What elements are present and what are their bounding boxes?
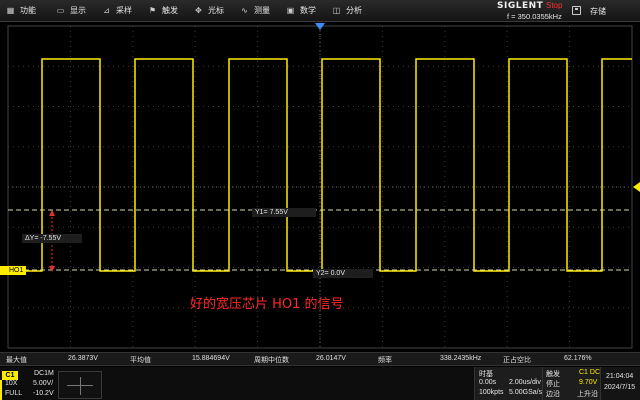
menu-function[interactable]: ▦ 功能 <box>0 0 50 22</box>
menu-trigger[interactable]: ⚑ 触发 <box>142 0 188 22</box>
measure-icon: ∿ <box>241 6 248 15</box>
meas-mean-label: 平均值 <box>130 357 151 364</box>
run-state-indicator[interactable]: Stop <box>546 1 562 10</box>
channel-bandwidth: FULL <box>5 390 23 397</box>
menu-bar: ▦ 功能 ▭ 显示 ⊿ 采样 ⚑ 触发 ✥ 光标 ∿ 测量 ▣ 数学 ◫ 分析 SIGLENT … <box>0 0 640 22</box>
channel-marker[interactable]: HO1 <box>0 266 27 275</box>
analysis-icon: ◫ <box>332 6 341 15</box>
meas-median-label: 周期中位数 <box>254 357 289 364</box>
cursor-icon: ✥ <box>195 6 202 15</box>
sample-rate: 5.00GSa/s <box>509 389 543 396</box>
clock-panel: 21:04:04 2024/7/15 <box>600 367 640 400</box>
menu-acquire[interactable]: ⊿ 采样 <box>96 0 142 22</box>
menu-measure[interactable]: ∿ 测量 <box>234 0 280 22</box>
clock-date: 2024/7/15 <box>604 384 636 391</box>
save-button[interactable]: 存储 <box>590 6 606 17</box>
math-icon: ▣ <box>286 6 295 15</box>
meas-mean-value: 15.884694V <box>192 355 230 362</box>
channel-probe: 10X <box>5 380 18 387</box>
menu-measure-label: 测量 <box>254 6 270 15</box>
channel-scale: 5.00V/ <box>33 380 54 387</box>
function-icon: ▦ <box>6 6 15 15</box>
delta-arrow-up <box>49 210 55 216</box>
menu-display-label: 显示 <box>70 6 86 15</box>
waveform-display[interactable]: Y1= 7.55V Y2= 0.0V ΔY= -7.55V HO1 好的宽压芯片… <box>0 23 640 351</box>
trigger-panel[interactable]: 触发 C1 DC 停止 9.70V 边沿 上升沿 <box>542 367 600 400</box>
menu-analysis-label: 分析 <box>346 6 362 15</box>
save-icon[interactable] <box>572 6 581 15</box>
menu-display[interactable]: ▭ 显示 <box>50 0 96 22</box>
trigger-source: C1 DC <box>579 369 601 376</box>
menu-acquire-label: 采样 <box>116 6 132 15</box>
trigger-level-marker <box>633 182 640 192</box>
meas-duty-value: 62.176% <box>564 355 592 362</box>
position-control[interactable] <box>58 371 102 399</box>
acquire-icon: ⊿ <box>103 6 110 15</box>
menu-math[interactable]: ▣ 数学 <box>280 0 326 22</box>
annotation-text: 好的宽压芯片 HO1 的信号 <box>190 297 344 312</box>
timebase-title: 时基 <box>479 371 493 378</box>
display-icon: ▭ <box>56 6 65 15</box>
meas-max-value: 26.3873V <box>68 355 98 362</box>
status-bar: C1 DC1M 10X 5.00V/ FULL -10.2V 时基 0.00s … <box>0 367 640 400</box>
trigger-title: 触发 <box>546 371 560 378</box>
delta-arrow-down <box>49 266 55 272</box>
clock-time: 21:04:04 <box>606 373 634 380</box>
menu-cursor[interactable]: ✥ 光标 <box>188 0 234 22</box>
measurement-bar: 最大值 26.3873V 平均值 15.884694V 周期中位数 26.014… <box>0 352 640 366</box>
brand-logo: SIGLENT <box>497 1 544 11</box>
cursor-y2-label: Y2= 0.0V <box>313 269 373 278</box>
meas-freq-value: 338.2435kHz <box>440 355 482 362</box>
frequency-counter: f = 350.0355kHz <box>507 12 562 21</box>
meas-max-label: 最大值 <box>6 357 27 364</box>
timebase-delay: 0.00s <box>479 379 497 386</box>
menu-math-label: 数学 <box>300 6 316 15</box>
trigger-level: 9.70V <box>579 379 598 386</box>
trigger-type: 边沿 <box>546 391 560 398</box>
trigger-icon: ⚑ <box>148 6 157 15</box>
meas-median-value: 26.0147V <box>316 355 346 362</box>
channel-offset: -10.2V <box>33 390 54 397</box>
timebase-panel[interactable]: 时基 0.00s 2.00us/div 100kpts 5.00GSa/s <box>474 367 542 400</box>
memory-depth: 100kpts <box>479 389 504 396</box>
timebase-scale: 2.00us/div <box>509 379 541 386</box>
channel-coupling: DC1M <box>34 370 54 377</box>
trigger-mode: 停止 <box>546 381 560 388</box>
cursor-y1-label: Y1= 7.55V <box>252 208 316 217</box>
cursor-delta-label: ΔY= -7.55V <box>22 234 82 243</box>
menu-function-label: 功能 <box>20 6 36 15</box>
channel-1-badge[interactable]: C1 <box>2 371 18 380</box>
channel-1-settings[interactable]: 10X 5.00V/ FULL -10.2V <box>0 380 54 400</box>
meas-duty-label: 正占空比 <box>503 357 531 364</box>
menu-trigger-label: 触发 <box>162 6 178 15</box>
menu-cursor-label: 光标 <box>208 6 224 15</box>
meas-freq-label: 频率 <box>378 357 392 364</box>
trigger-slope: 上升沿 <box>577 391 598 398</box>
menu-analysis[interactable]: ◫ 分析 <box>326 0 372 22</box>
